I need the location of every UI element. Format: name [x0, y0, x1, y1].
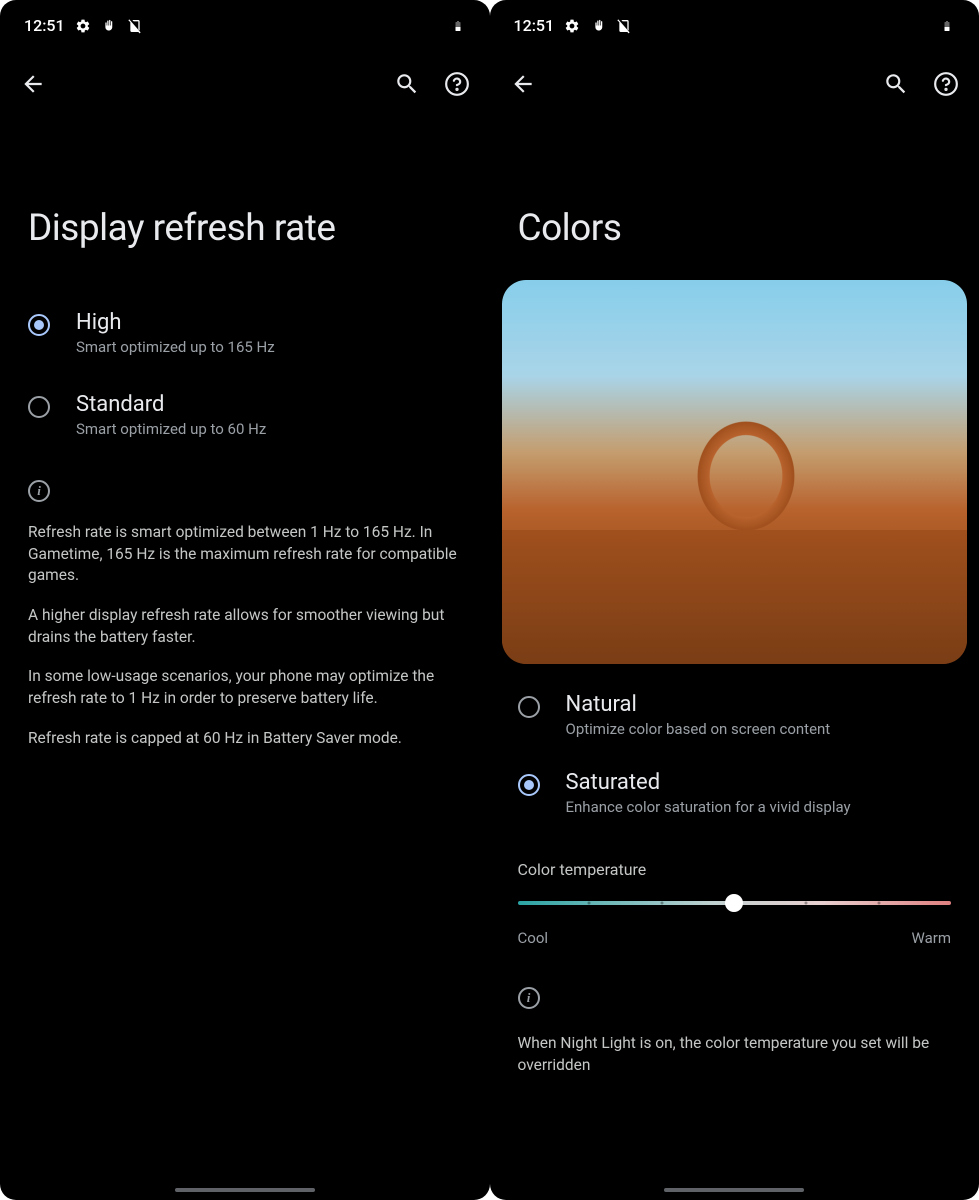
option-natural[interactable]: Natural Optimize color based on screen c… — [490, 684, 979, 762]
info-paragraph: Refresh rate is capped at 60 Hz in Batte… — [28, 728, 462, 750]
color-temperature-slider[interactable] — [490, 887, 979, 913]
hand-icon — [590, 18, 606, 34]
help-button[interactable] — [444, 71, 470, 97]
radio-standard[interactable] — [28, 396, 50, 418]
option-title: Natural — [566, 692, 952, 717]
page-title: Colors — [490, 97, 979, 280]
status-time: 12:51 — [24, 16, 65, 35]
color-temperature-label: Color temperature — [490, 840, 979, 887]
screen-colors: 12:51 Colors Natural Optimize color base… — [490, 0, 979, 1200]
info-paragraph: A higher display refresh rate allows for… — [28, 605, 462, 648]
page-title: Display refresh rate — [0, 97, 490, 300]
option-title: Saturated — [566, 770, 952, 795]
option-title: Standard — [76, 392, 462, 417]
info-paragraph: Refresh rate is smart optimized between … — [28, 522, 462, 587]
gesture-bar[interactable] — [664, 1188, 804, 1192]
info-icon: i — [28, 480, 50, 502]
gear-icon — [75, 18, 91, 34]
search-button[interactable] — [883, 71, 909, 97]
back-button[interactable] — [510, 71, 536, 97]
option-subtitle: Smart optimized up to 165 Hz — [76, 337, 462, 358]
hand-icon — [101, 18, 117, 34]
option-subtitle: Enhance color saturation for a vivid dis… — [566, 797, 952, 818]
option-subtitle: Optimize color based on screen content — [566, 719, 952, 740]
slider-thumb[interactable] — [725, 894, 743, 912]
info-paragraph: In some low-usage scenarios, your phone … — [28, 666, 462, 709]
gesture-bar[interactable] — [175, 1188, 315, 1192]
screen-refresh-rate: 12:51 Display refresh rate High Smart op… — [0, 0, 490, 1200]
option-standard[interactable]: Standard Smart optimized up to 60 Hz — [0, 382, 490, 464]
status-time: 12:51 — [514, 16, 555, 35]
info-icon: i — [518, 987, 540, 1009]
radio-saturated[interactable] — [518, 774, 540, 796]
option-high[interactable]: High Smart optimized up to 165 Hz — [0, 300, 490, 382]
search-button[interactable] — [394, 71, 420, 97]
battery-icon — [939, 18, 955, 34]
battery-icon — [450, 18, 466, 34]
no-sim-icon — [616, 18, 632, 34]
option-subtitle: Smart optimized up to 60 Hz — [76, 419, 462, 440]
slider-warm-label: Warm — [912, 929, 951, 947]
app-bar — [490, 35, 979, 97]
radio-high[interactable] — [28, 314, 50, 336]
help-button[interactable] — [933, 71, 959, 97]
status-bar: 12:51 — [0, 0, 490, 35]
option-title: High — [76, 310, 462, 335]
status-bar: 12:51 — [490, 0, 979, 35]
gear-icon — [564, 18, 580, 34]
back-button[interactable] — [20, 71, 46, 97]
color-preview-image — [502, 280, 968, 664]
app-bar — [0, 35, 490, 97]
info-text: Refresh rate is smart optimized between … — [0, 522, 490, 750]
radio-natural[interactable] — [518, 696, 540, 718]
info-text: When Night Light is on, the color temper… — [518, 1033, 952, 1076]
no-sim-icon — [127, 18, 143, 34]
option-saturated[interactable]: Saturated Enhance color saturation for a… — [490, 762, 979, 840]
slider-cool-label: Cool — [518, 929, 549, 947]
